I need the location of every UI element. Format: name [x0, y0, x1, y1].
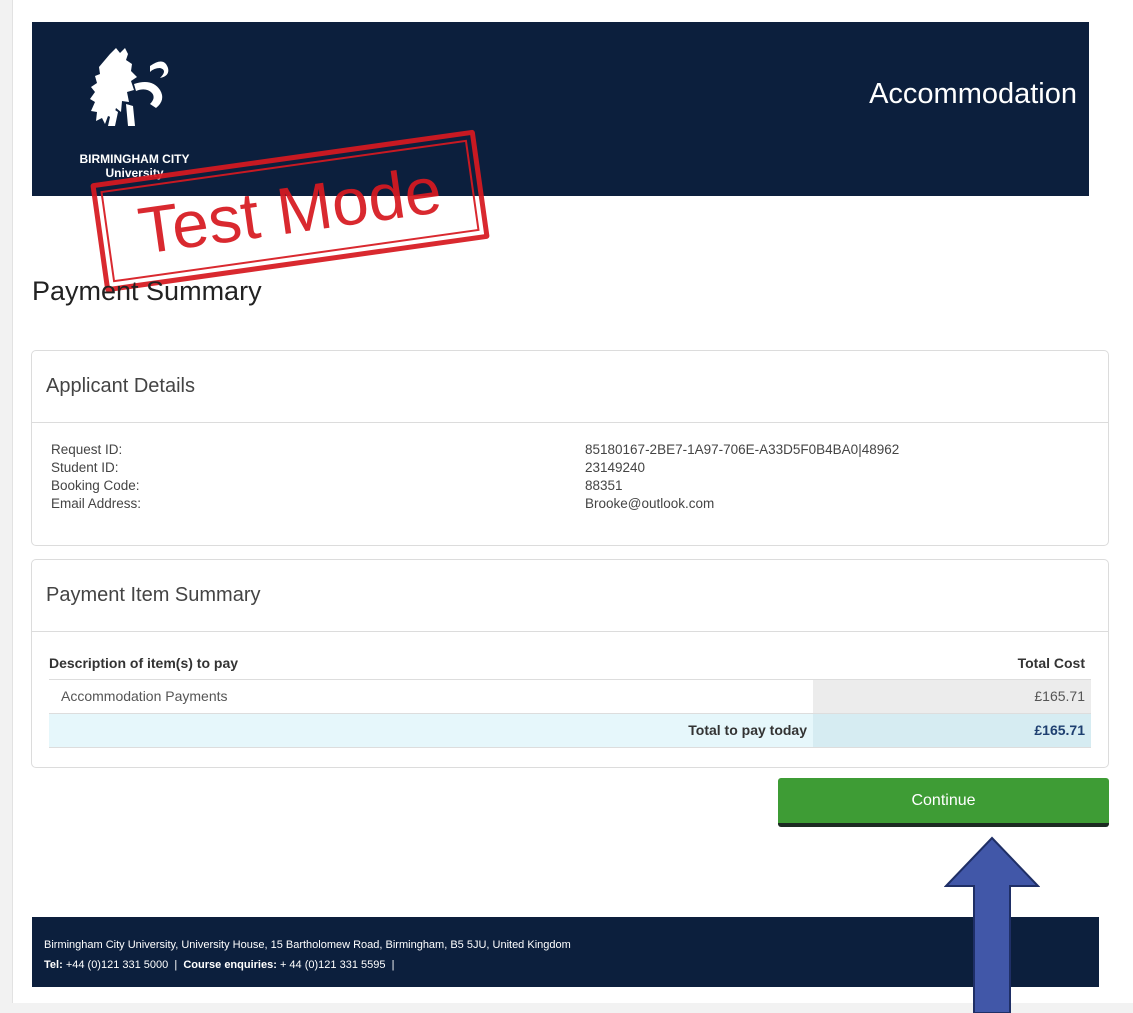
footer-enquiries-label: Course enquiries:: [183, 959, 277, 971]
footer-tel-value[interactable]: +44 (0)121 331 5000: [66, 959, 168, 971]
detail-label: Email Address:: [51, 496, 142, 511]
site-footer: Birmingham City University, University H…: [32, 917, 1099, 987]
header-title: Accommodation: [869, 78, 1077, 110]
payment-items-table: Description of item(s) to pay Total Cost…: [49, 647, 1091, 748]
total-row: Total to pay today £165.71: [49, 713, 1091, 748]
applicant-details-heading: Applicant Details: [32, 351, 1108, 423]
detail-label: Student ID:: [51, 460, 119, 475]
applicant-details-list: Request ID: 85180167-2BE7-1A97-706E-A33D…: [51, 441, 1091, 513]
applicant-details-panel: Applicant Details Request ID: 85180167-2…: [31, 350, 1109, 546]
footer-enquiries-value[interactable]: + 44 (0)121 331 5595: [280, 959, 386, 971]
detail-value: Brooke@outlook.com: [585, 496, 715, 511]
lion-crest-icon: [90, 48, 169, 126]
university-logo[interactable]: BIRMINGHAM CITY University: [52, 44, 202, 180]
detail-value: 23149240: [585, 460, 646, 475]
detail-row-student-id: Student ID: 23149240: [51, 459, 1091, 477]
col-header-total-cost: Total Cost: [813, 647, 1091, 680]
footer-contacts: Tel: +44 (0)121 331 5000 | Course enquir…: [44, 959, 395, 971]
continue-button[interactable]: Continue: [778, 778, 1109, 827]
total-label: Total to pay today: [49, 713, 813, 748]
page-title: Payment Summary: [32, 276, 262, 306]
footer-address: Birmingham City University, University H…: [44, 939, 571, 951]
total-value: £165.71: [813, 713, 1091, 748]
table-row: Accommodation Payments £165.71: [49, 679, 1091, 714]
item-cost: £165.71: [813, 679, 1091, 714]
col-header-description: Description of item(s) to pay: [49, 647, 813, 680]
footer-tel-label: Tel:: [44, 959, 63, 971]
logo-line-1: BIRMINGHAM CITY: [79, 152, 190, 166]
table-header-row: Description of item(s) to pay Total Cost: [49, 647, 1091, 680]
item-description: Accommodation Payments: [49, 679, 813, 714]
payment-item-summary-heading: Payment Item Summary: [32, 560, 1108, 632]
payment-item-summary-panel: Payment Item Summary Description of item…: [31, 559, 1109, 768]
detail-row-booking-code: Booking Code: 88351: [51, 477, 1091, 495]
detail-value: 88351: [585, 478, 623, 493]
detail-row-email: Email Address: Brooke@outlook.com: [51, 495, 1091, 513]
detail-value: 85180167-2BE7-1A97-706E-A33D5F0B4BA0|489…: [585, 442, 900, 457]
detail-label: Booking Code:: [51, 478, 140, 493]
detail-row-request-id: Request ID: 85180167-2BE7-1A97-706E-A33D…: [51, 441, 1091, 459]
arrow-up-icon: [944, 836, 1040, 1013]
detail-label: Request ID:: [51, 442, 123, 457]
